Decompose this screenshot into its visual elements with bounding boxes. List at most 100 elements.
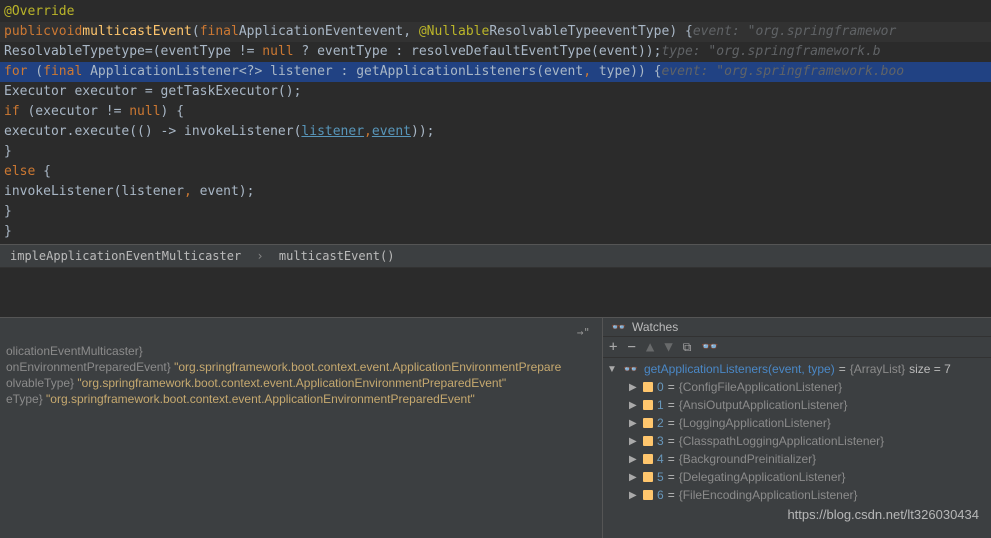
expr: event); (192, 182, 255, 202)
expr: invokeListener(listener (4, 182, 184, 202)
field-icon (643, 454, 653, 464)
watch-item-row[interactable]: ▶ 2 = {LoggingApplicationListener} (607, 414, 987, 432)
link-event[interactable]: event (372, 122, 411, 142)
keyword: final (43, 62, 82, 82)
var-type: onEnvironmentPreparedEvent} (6, 360, 171, 374)
code-line: @Override (0, 2, 991, 22)
watch-item-row[interactable]: ▶ 1 = {AnsiOutputApplicationListener} (607, 396, 987, 414)
brace: } (4, 142, 12, 162)
move-up-button[interactable]: ▲ (646, 339, 654, 355)
variable-row[interactable]: olicationEventMulticaster} (6, 343, 596, 359)
var-type: olvableType} (6, 376, 74, 390)
remove-watch-button[interactable]: − (627, 339, 635, 355)
variable-row[interactable]: onEnvironmentPreparedEvent} "org.springf… (6, 359, 596, 375)
watch-root-row[interactable]: ▼ 👓 getApplicationListeners(event, type)… (607, 360, 987, 378)
keyword: for (4, 62, 27, 82)
inline-hint: type: "org.springframework.b (661, 42, 880, 62)
keyword: null (262, 42, 293, 62)
breadcrumb-method[interactable]: multicastEvent() (279, 249, 395, 263)
field-icon (643, 418, 653, 428)
expand-icon[interactable]: ▶ (629, 400, 639, 411)
var: type (114, 42, 145, 62)
code-line: } (0, 142, 991, 162)
glasses-toggle-icon[interactable]: 👓 (701, 339, 718, 355)
item-value: {AnsiOutputApplicationListener} (679, 398, 848, 412)
inline-hint: event: "org.springframework.boo (661, 62, 904, 82)
annotation-nullable: @Nullable (419, 22, 489, 42)
item-index: 1 (657, 398, 664, 412)
item-value: {LoggingApplicationListener} (679, 416, 831, 430)
method-name: multicastEvent (82, 22, 192, 42)
item-value: {ClasspathLoggingApplicationListener} (679, 434, 884, 448)
field-icon (643, 382, 653, 392)
expand-icon[interactable]: ▶ (629, 382, 639, 393)
brace: } (4, 222, 12, 242)
expr: (eventType != (153, 42, 263, 62)
var-type: olicationEventMulticaster} (6, 344, 143, 358)
item-index: 2 (657, 416, 664, 430)
watches-pane: 👓 Watches + − ▲ ▼ ⧉ 👓 ▼ 👓 getApplication… (603, 318, 991, 538)
breadcrumb-separator: › (256, 249, 263, 263)
move-down-button[interactable]: ▼ (664, 339, 672, 355)
param: event (364, 22, 403, 42)
copy-button[interactable]: ⧉ (683, 340, 692, 355)
variable-row[interactable]: eType} "org.springframework.boot.context… (6, 391, 596, 407)
expand-icon[interactable]: →" (6, 324, 596, 343)
var-value: "org.springframework.boot.context.event.… (174, 360, 561, 374)
watch-item-row[interactable]: ▶ 6 = {FileEncodingApplicationListener} (607, 486, 987, 504)
code-line: public void multicastEvent(final Applica… (0, 22, 991, 42)
expr: type)) { (591, 62, 661, 82)
watch-item-row[interactable]: ▶ 4 = {BackgroundPreinitializer} (607, 450, 987, 468)
variable-row[interactable]: olvableType} "org.springframework.boot.c… (6, 375, 596, 391)
expr: ) { (161, 102, 184, 122)
comma: , (184, 182, 192, 202)
breadcrumb: impleApplicationEventMulticaster › multi… (0, 244, 991, 268)
expr: executor.execute(() -> invokeListener( (4, 122, 301, 142)
code-line: Executor executor = getTaskExecutor(); (0, 82, 991, 102)
add-watch-button[interactable]: + (609, 339, 617, 355)
op: ( (27, 62, 43, 82)
variables-pane[interactable]: →" olicationEventMulticaster} onEnvironm… (0, 318, 603, 538)
type: ApplicationEvent (239, 22, 364, 42)
keyword: else (4, 162, 35, 182)
editor-pane: @Override public void multicastEvent(fin… (0, 0, 991, 244)
expand-icon[interactable]: ▶ (629, 454, 639, 465)
expand-icon[interactable]: ▶ (629, 418, 639, 429)
item-value: {DelegatingApplicationListener} (679, 470, 846, 484)
watch-item-row[interactable]: ▶ 3 = {ClasspathLoggingApplicationListen… (607, 432, 987, 450)
field-icon (643, 400, 653, 410)
expr: ApplicationListener<?> listener : getApp… (82, 62, 583, 82)
code-line: } (0, 222, 991, 242)
keyword: void (51, 22, 82, 42)
var-value: "org.springframework.boot.context.event.… (46, 392, 475, 406)
item-value: {BackgroundPreinitializer} (679, 452, 816, 466)
breadcrumb-class[interactable]: impleApplicationEventMulticaster (10, 249, 241, 263)
item-value: {ConfigFileApplicationListener} (679, 380, 842, 394)
item-value: {FileEncodingApplicationListener} (679, 488, 858, 502)
param: eventType (599, 22, 669, 42)
type: ResolvableType (4, 42, 114, 62)
expand-icon[interactable]: ▼ (607, 364, 617, 375)
watches-header: 👓 Watches (603, 318, 991, 337)
glasses-icon: 👓 (623, 362, 638, 376)
watch-item-row[interactable]: ▶ 5 = {DelegatingApplicationListener} (607, 468, 987, 486)
code-line: } (0, 202, 991, 222)
stmt: Executor executor = getTaskExecutor(); (4, 82, 301, 102)
type: ResolvableType (489, 22, 599, 42)
keyword: final (200, 22, 239, 42)
watch-expression: getApplicationListeners(event, type) (644, 362, 835, 376)
code-line: ResolvableType type = (eventType != null… (0, 42, 991, 62)
link-listener[interactable]: listener (301, 122, 364, 142)
expr: )); (411, 122, 434, 142)
expand-icon[interactable]: ▶ (629, 436, 639, 447)
comma: , (364, 122, 372, 142)
watch-item-row[interactable]: ▶ 0 = {ConfigFileApplicationListener} (607, 378, 987, 396)
expand-icon[interactable]: ▶ (629, 490, 639, 501)
var-type: eType} (6, 392, 43, 406)
brace: { (35, 162, 51, 182)
watches-title: Watches (632, 320, 678, 334)
expand-icon[interactable]: ▶ (629, 472, 639, 483)
watermark: https://blog.csdn.net/lt326030434 (787, 507, 979, 522)
watch-size: size = 7 (909, 362, 951, 376)
code-line: invokeListener(listener, event); (0, 182, 991, 202)
